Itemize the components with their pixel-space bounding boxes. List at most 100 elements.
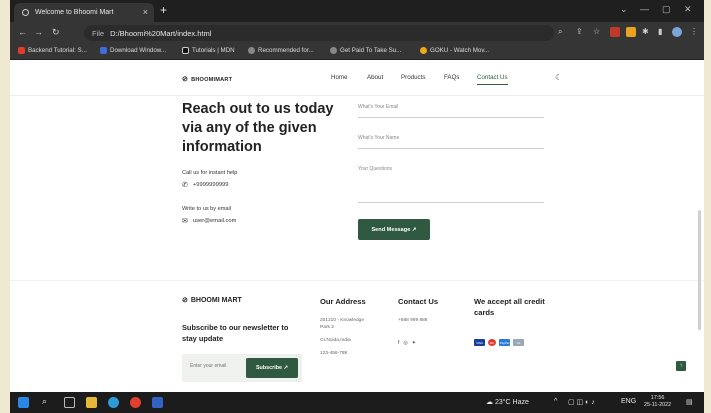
search-icon[interactable]: ⌕ — [42, 396, 47, 407]
phone-icon: ✆ — [182, 182, 188, 189]
bookmark-item[interactable]: Backend Tutorial: S... — [18, 47, 87, 54]
paypal-icon: PayPal — [499, 339, 510, 346]
menu-icon[interactable]: ⋮ — [690, 27, 698, 36]
forward-arrow-icon[interactable]: → — [34, 27, 43, 37]
web-page: ⊘ BHOOMIMART Home About Products FAQs Con… — [10, 60, 704, 392]
bookmark-item[interactable]: Tutorials | MDN — [182, 47, 235, 54]
social-links: f◎✦ — [398, 340, 420, 346]
nav-products[interactable]: Products — [401, 74, 425, 81]
clock-date: 25-11-2022 — [644, 402, 672, 408]
address-heading: Our Address — [320, 297, 366, 306]
search-icon[interactable]: ⌕ — [558, 27, 562, 37]
page-icon — [22, 9, 29, 16]
chevron-down-icon[interactable]: ⌄ — [620, 4, 628, 15]
bookmarks-bar: Backend Tutorial: S... Download Window..… — [10, 44, 704, 60]
mastercard-icon: MC — [488, 339, 496, 346]
window-close-icon[interactable]: ✕ — [684, 4, 692, 15]
name-field[interactable]: What's Your Name — [358, 135, 544, 149]
address-line: 201310 - Knowledge — [320, 318, 365, 323]
contact-heading: Contact Us — [398, 297, 439, 306]
footer: ⊘ BHOOMI MART Subscribe to our newsletter… — [10, 280, 704, 392]
screen: Welcome to Bhoomi Mart × + ⌄ — ▢ ✕ ← → ↻… — [10, 0, 704, 413]
notification-icon[interactable]: ▤ — [686, 398, 693, 406]
contact-phone: +888 999 888 — [398, 318, 428, 323]
bookmark-item[interactable]: Get Paid To Take Su... — [330, 47, 401, 54]
cards-heading: We accept all credit cards — [474, 297, 545, 317]
tray-icons[interactable]: ▢ ◫ ◐ ♪ — [568, 398, 595, 406]
address-line: Gr.Noida,India — [320, 338, 351, 343]
file-explorer-icon[interactable] — [86, 397, 97, 408]
back-to-top-button[interactable]: ↑ — [676, 361, 686, 371]
minimize-icon[interactable]: — — [640, 4, 649, 14]
weather-widget[interactable]: ☁ 23°C Haze — [486, 398, 529, 406]
site-navbar: ⊘ BHOOMIMART Home About Products FAQs Con… — [10, 60, 704, 96]
instagram-icon[interactable]: ◎ — [403, 340, 411, 346]
newsletter-form: Subscribe ↗ — [182, 354, 302, 382]
sidebar-icon[interactable]: ▮ — [658, 27, 662, 36]
tab-strip: Welcome to Bhoomi Mart × + ⌄ — ▢ ✕ — [10, 0, 704, 22]
phone-link[interactable]: ✆ +9999999999 — [182, 181, 229, 189]
questions-field[interactable]: Your Questions — [358, 166, 544, 203]
tab-welcome[interactable]: Welcome to Bhoomi Mart × — [14, 3, 154, 22]
youtube-icon — [18, 47, 25, 54]
globe-icon — [330, 47, 337, 54]
chevron-up-icon[interactable]: ^ — [554, 398, 557, 405]
email-field[interactable]: What's Your Email — [358, 104, 544, 118]
back-arrow-icon[interactable]: ← — [18, 27, 27, 37]
share-icon[interactable]: ⇪ — [576, 27, 583, 36]
globe-icon — [248, 47, 255, 54]
avatar[interactable] — [672, 27, 682, 37]
visa-icon: VISA — [474, 339, 485, 346]
mdn-icon — [182, 47, 189, 54]
maximize-icon[interactable]: ▢ — [662, 4, 671, 15]
tab-title: Welcome to Bhoomi Mart — [35, 9, 114, 16]
leaf-icon: ⊘ — [182, 297, 188, 304]
footer-logo[interactable]: ⊘ BHOOMI MART — [182, 296, 242, 304]
bookmark-icon — [100, 47, 107, 54]
taskbar: ⌕ ☁ 23°C Haze ^ ▢ ◫ ◐ ♪ ENG 17:56 25-11-… — [10, 392, 704, 413]
newsletter-email-input[interactable] — [190, 363, 250, 369]
star-icon[interactable]: ☆ — [593, 27, 600, 36]
close-icon[interactable]: × — [143, 7, 148, 17]
nav-contact-us[interactable]: Contact Us — [477, 74, 508, 85]
address-url: D:/Bhoomi%20Mart/index.html — [110, 28, 212, 38]
site-logo[interactable]: ⊘ BHOOMIMART — [182, 75, 232, 83]
leaf-icon: ⊘ — [182, 76, 189, 83]
file-label: File — [92, 28, 105, 38]
clock[interactable]: 17:56 25-11-2022 — [644, 395, 671, 409]
call-label: Call us for instant help — [182, 170, 238, 176]
browser-toolbar: ← → ↻ File D:/Bhoomi%20Mart/index.html ⌕… — [10, 22, 704, 44]
language-indicator[interactable]: ENG — [621, 398, 636, 405]
email-link[interactable]: ✉ user@email.com — [182, 217, 236, 225]
subscribe-button[interactable]: Subscribe ↗ — [246, 358, 298, 378]
email-label: Write to us by email — [182, 206, 232, 212]
bookmark-item[interactable]: Download Window... — [100, 47, 166, 54]
scrollbar[interactable] — [698, 210, 701, 330]
puzzle-icon[interactable]: ✱ — [642, 27, 649, 36]
address-phone: 123-456-789 — [320, 351, 348, 356]
extension-icon[interactable] — [610, 27, 620, 37]
bookmark-item[interactable]: Recommended for... — [248, 47, 314, 54]
twitter-icon[interactable]: ✦ — [412, 340, 420, 346]
chrome-icon[interactable] — [130, 397, 141, 408]
edge-icon[interactable] — [108, 397, 119, 408]
send-message-button[interactable]: Send Message ↗ — [358, 219, 430, 240]
nav-home[interactable]: Home — [331, 74, 348, 81]
reload-icon[interactable]: ↻ — [52, 27, 60, 38]
nav-faqs[interactable]: FAQs — [444, 74, 459, 81]
card-logos: VISA MC PayPal citi — [474, 339, 527, 346]
citi-icon: citi — [513, 339, 524, 346]
extension-icon[interactable] — [626, 27, 636, 37]
nav-about[interactable]: About — [367, 74, 383, 81]
windows-start-icon[interactable] — [18, 397, 29, 408]
bookmark-item[interactable]: GOKU - Watch Mov... — [420, 47, 489, 54]
address-line: Park 2 — [320, 325, 334, 330]
task-view-icon[interactable] — [64, 397, 75, 408]
mail-icon: ✉ — [182, 218, 188, 225]
address-bar[interactable]: File D:/Bhoomi%20Mart/index.html — [84, 25, 554, 41]
word-icon[interactable] — [152, 397, 163, 408]
moon-icon[interactable]: ☾ — [555, 73, 562, 82]
new-tab-button[interactable]: + — [160, 3, 167, 17]
clock-time: 17:56 — [650, 395, 665, 401]
newsletter-heading: Subscribe to our newsletter to stay upda… — [182, 323, 289, 343]
